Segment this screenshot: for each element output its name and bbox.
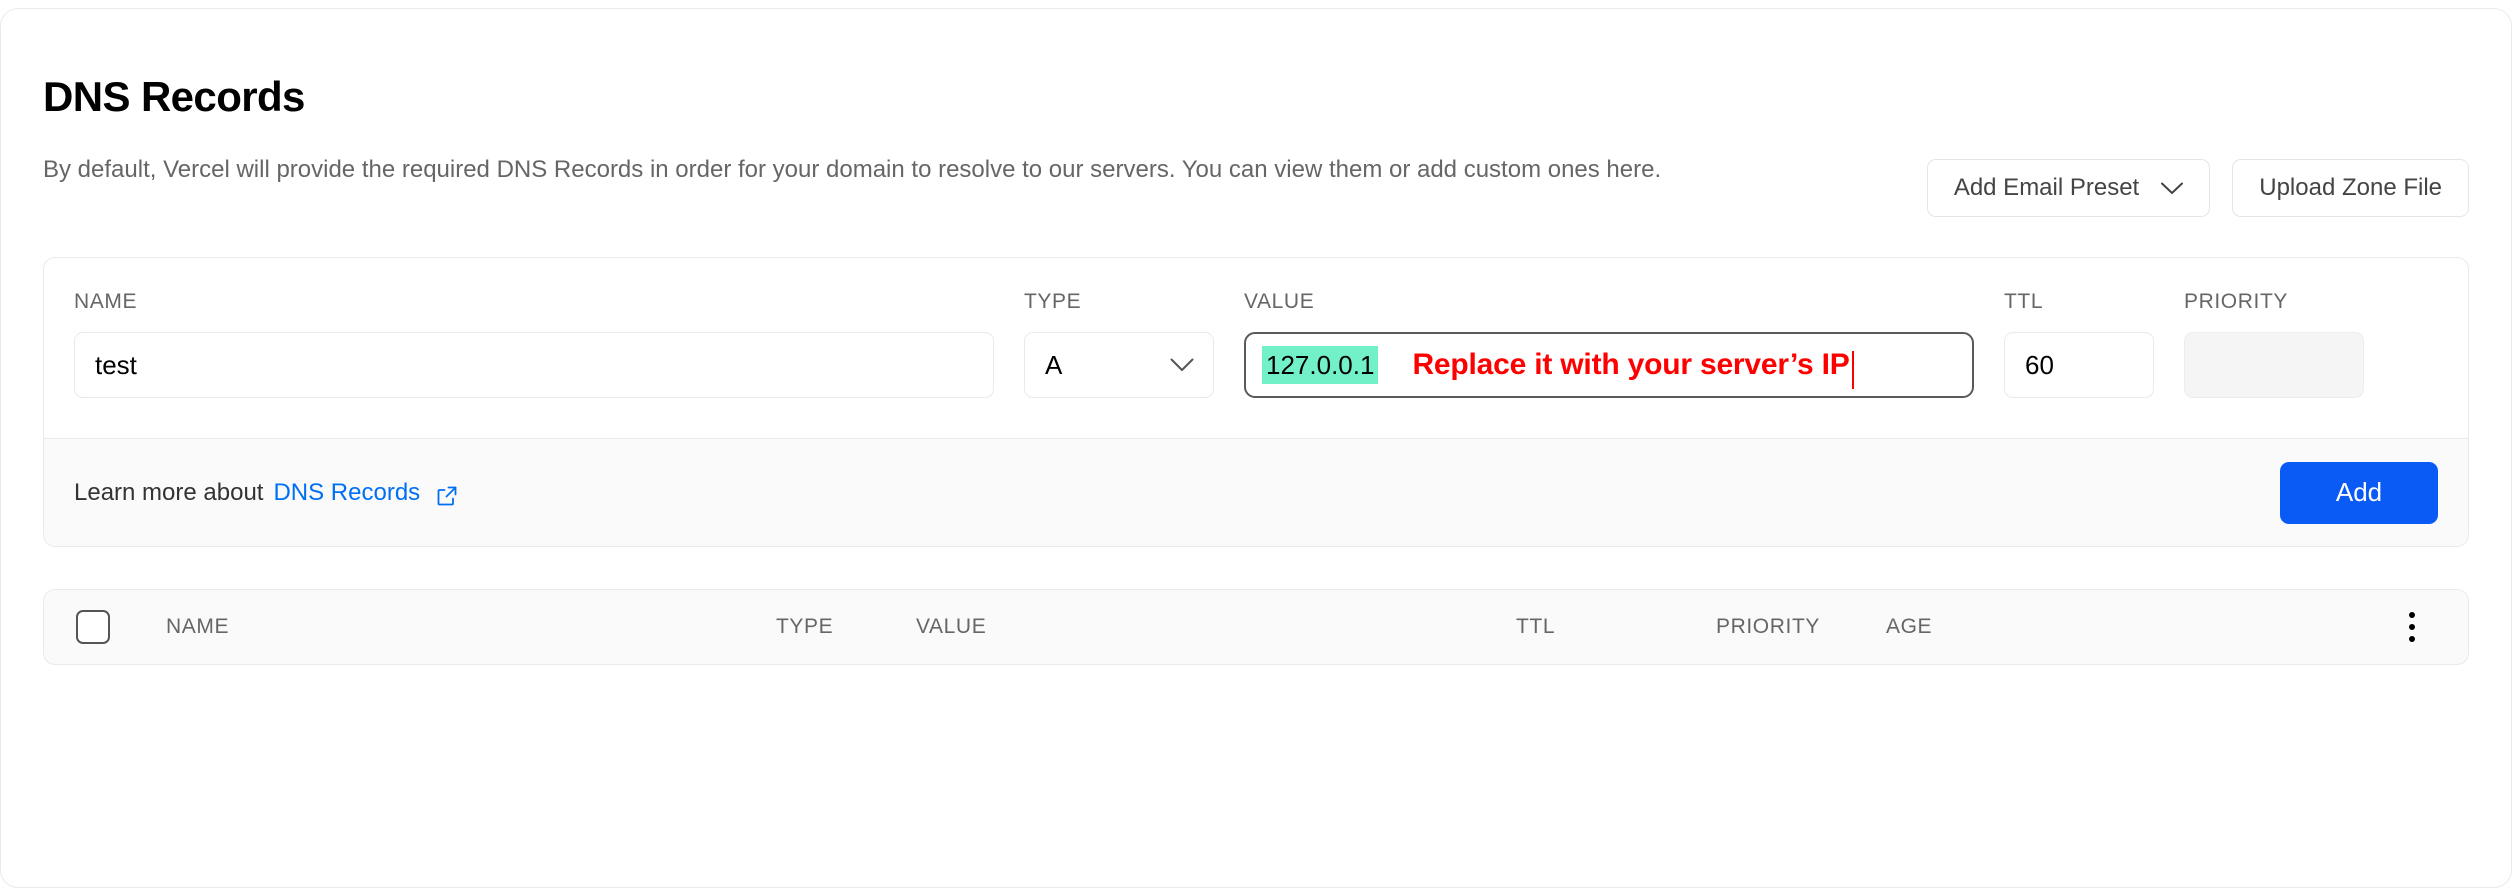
value-annotation-text: Replace it with your server’s IP	[1412, 348, 1849, 382]
type-select-wrapper[interactable]	[1024, 332, 1214, 398]
add-record-form-grid: NAME TYPE	[74, 290, 2438, 398]
dns-records-link[interactable]: DNS Records	[273, 479, 420, 507]
add-record-form-card: NAME TYPE	[43, 257, 2469, 547]
records-table-header: NAME TYPE VALUE TTL PRIORITY AGE	[44, 590, 2468, 664]
kebab-menu-icon[interactable]	[2388, 612, 2436, 642]
ttl-column: TTL	[2004, 290, 2154, 398]
value-input[interactable]: 127.0.0.1 Replace it with your server’s …	[1244, 332, 1974, 398]
value-column: VALUE 127.0.0.1 Replace it with your ser…	[1244, 290, 1974, 398]
kebab-dot-3	[2409, 636, 2415, 642]
priority-column: PRIORITY	[2184, 290, 2364, 398]
ttl-input[interactable]	[2004, 332, 2154, 398]
dns-records-panel: DNS Records By default, Vercel will prov…	[0, 8, 2512, 888]
table-column-priority: PRIORITY	[1716, 615, 1886, 639]
table-column-age: AGE	[1886, 615, 2388, 639]
type-column: TYPE	[1024, 290, 1214, 398]
column-label-type: TYPE	[1024, 290, 1214, 316]
table-column-name: NAME	[166, 615, 776, 639]
header-row: By default, Vercel will provide the requ…	[43, 153, 2469, 217]
records-table: NAME TYPE VALUE TTL PRIORITY AGE	[43, 589, 2469, 665]
form-footer: Learn more about DNS Records Add	[44, 438, 2468, 546]
add-email-preset-button[interactable]: Add Email Preset	[1927, 159, 2210, 217]
header-actions: Add Email Preset Upload Zone File	[1927, 153, 2469, 217]
value-highlighted-text: 127.0.0.1	[1262, 346, 1378, 385]
upload-zone-file-label: Upload Zone File	[2259, 174, 2442, 202]
kebab-dot-1	[2409, 612, 2415, 618]
learn-more-prefix: Learn more about	[74, 479, 263, 507]
column-label-priority: PRIORITY	[2184, 290, 2364, 316]
external-link-icon	[436, 485, 458, 507]
learn-more-text: Learn more about DNS Records	[74, 479, 458, 507]
column-label-value: VALUE	[1244, 290, 1974, 316]
text-cursor	[1852, 351, 1854, 389]
name-column: NAME	[74, 290, 994, 398]
page-description: By default, Vercel will provide the requ…	[43, 153, 1661, 187]
chevron-down-icon	[2161, 182, 2183, 195]
add-record-form-body: NAME TYPE	[44, 258, 2468, 438]
table-column-ttl: TTL	[1516, 615, 1716, 639]
select-all-checkbox[interactable]	[76, 610, 110, 644]
column-label-ttl: TTL	[2004, 290, 2154, 316]
column-label-name: NAME	[74, 290, 994, 316]
name-input[interactable]	[74, 332, 994, 398]
table-column-type: TYPE	[776, 615, 916, 639]
priority-input[interactable]	[2184, 332, 2364, 398]
kebab-dot-2	[2409, 624, 2415, 630]
table-column-value: VALUE	[916, 615, 1516, 639]
add-email-preset-label: Add Email Preset	[1954, 174, 2139, 202]
add-record-button[interactable]: Add	[2280, 462, 2438, 524]
upload-zone-file-button[interactable]: Upload Zone File	[2232, 159, 2469, 217]
type-select[interactable]	[1024, 332, 1214, 398]
page-title: DNS Records	[43, 73, 2469, 121]
